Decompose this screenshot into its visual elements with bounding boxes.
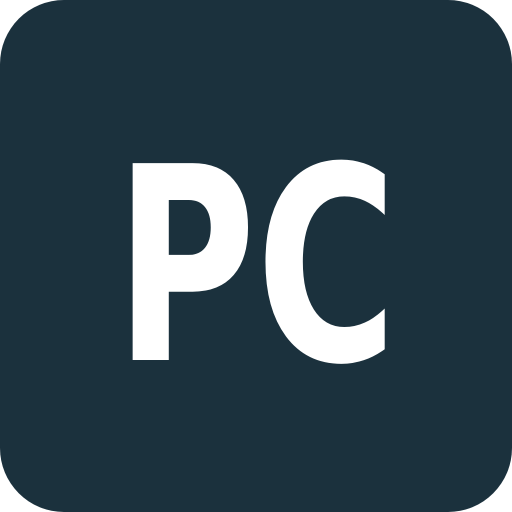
pc-label-wrapper: PC — [0, 0, 512, 512]
pc-platform-icon: PC — [0, 0, 512, 512]
pc-label: PC — [115, 109, 397, 424]
